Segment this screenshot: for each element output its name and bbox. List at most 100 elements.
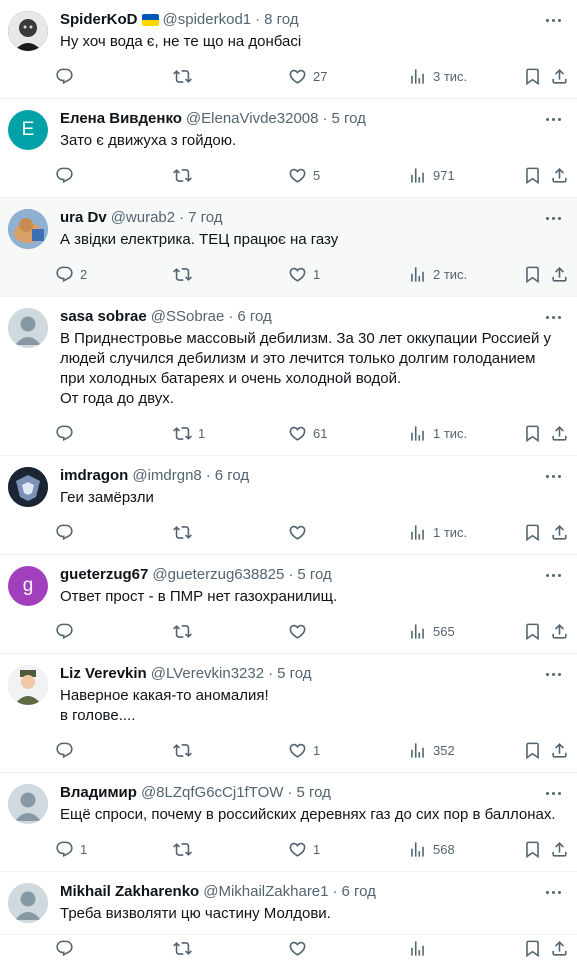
reply-button[interactable]	[55, 740, 80, 760]
tweet[interactable]: Владимир @8LZqfG6cCj1fTOW · 5 год Ещё спроси…	[0, 773, 577, 872]
tweet[interactable]: imdragon @imdrgn8 · 6 год Геи замёрзли 1 тис.	[0, 456, 577, 555]
views-button[interactable]: 3 тис.	[408, 66, 467, 86]
views-button[interactable]: 568	[408, 839, 455, 859]
avatar[interactable]	[8, 665, 48, 705]
more-options-icon[interactable]	[541, 466, 565, 486]
like-button[interactable]: 1	[288, 839, 320, 859]
reply-button[interactable]	[55, 621, 80, 641]
author-handle[interactable]: @MikhailZakhare1	[203, 882, 328, 902]
share-button[interactable]	[550, 264, 569, 284]
retweet-button[interactable]	[173, 938, 198, 958]
author-name[interactable]: Елена Вивденко	[60, 109, 182, 129]
timestamp[interactable]: 5 год	[331, 109, 365, 129]
bookmark-button[interactable]	[523, 423, 542, 443]
avatar[interactable]	[8, 883, 48, 923]
timestamp[interactable]: 5 год	[297, 565, 331, 585]
reply-button[interactable]	[55, 938, 80, 958]
timestamp[interactable]: 5 год	[296, 783, 330, 803]
more-options-icon[interactable]	[541, 208, 565, 228]
timestamp[interactable]: 6 год	[342, 882, 376, 902]
reply-button[interactable]	[55, 165, 80, 185]
bookmark-button[interactable]	[523, 621, 542, 641]
author-handle[interactable]: @spiderkod1	[163, 10, 252, 30]
views-button[interactable]: 1 тис.	[408, 522, 467, 542]
author-handle[interactable]: @wurab2	[111, 208, 175, 228]
avatar[interactable]	[8, 467, 48, 507]
like-button[interactable]: 5	[288, 165, 320, 185]
share-button[interactable]	[550, 165, 569, 185]
retweet-button[interactable]	[173, 839, 198, 859]
avatar[interactable]	[8, 784, 48, 824]
views-button[interactable]	[408, 938, 433, 958]
tweet[interactable]: sasa sobrae @SSobrae · 6 год В Приднестровье…	[0, 297, 577, 456]
author-handle[interactable]: @8LZqfG6cCj1fTOW	[141, 783, 284, 803]
views-button[interactable]: 2 тис.	[408, 264, 467, 284]
tweet[interactable]: Mikhail Zakharenko @MikhailZakhare1 · 6 год…	[0, 872, 577, 957]
timestamp[interactable]: 6 год	[237, 307, 271, 327]
tweet[interactable]: ura Dv @wurab2 · 7 год А звідки електрика. Т…	[0, 198, 577, 297]
views-button[interactable]: 352	[408, 740, 455, 760]
bookmark-button[interactable]	[523, 938, 542, 958]
bookmark-button[interactable]	[523, 839, 542, 859]
timestamp[interactable]: 5 год	[277, 664, 311, 684]
author-name[interactable]: gueterzug67	[60, 565, 148, 585]
reply-button[interactable]: 2	[55, 264, 87, 284]
avatar[interactable]: g	[8, 566, 48, 606]
tweet[interactable]: SpiderKoD @spiderkod1 · 8 год Ну хоч вода є,…	[0, 0, 577, 99]
like-button[interactable]	[288, 522, 313, 542]
share-button[interactable]	[550, 740, 569, 760]
bookmark-button[interactable]	[523, 264, 542, 284]
author-handle[interactable]: @imdrgn8	[132, 466, 201, 486]
author-name[interactable]: Mikhail Zakharenko	[60, 882, 199, 902]
avatar[interactable]	[8, 209, 48, 249]
retweet-button[interactable]	[173, 740, 198, 760]
more-options-icon[interactable]	[541, 307, 565, 327]
tweet[interactable]: Liz Verevkin @LVerevkin3232 · 5 год Наверное…	[0, 654, 577, 773]
more-options-icon[interactable]	[541, 783, 565, 803]
more-options-icon[interactable]	[541, 10, 565, 30]
author-name[interactable]: Владимир	[60, 783, 137, 803]
avatar[interactable]	[8, 11, 48, 51]
views-button[interactable]: 565	[408, 621, 455, 641]
share-button[interactable]	[550, 839, 569, 859]
timestamp[interactable]: 7 год	[188, 208, 222, 228]
tweet[interactable]: E Елена Вивденко @ElenaVivde32008 · 5 год Зат…	[0, 99, 577, 198]
views-button[interactable]: 1 тис.	[408, 423, 467, 443]
retweet-button[interactable]	[173, 621, 198, 641]
more-options-icon[interactable]	[541, 565, 565, 585]
retweet-button[interactable]: 1	[173, 423, 205, 443]
share-button[interactable]	[550, 423, 569, 443]
reply-button[interactable]	[55, 66, 80, 86]
bookmark-button[interactable]	[523, 165, 542, 185]
reply-button[interactable]	[55, 423, 80, 443]
retweet-button[interactable]	[173, 522, 198, 542]
bookmark-button[interactable]	[523, 522, 542, 542]
retweet-button[interactable]	[173, 165, 198, 185]
more-options-icon[interactable]	[541, 664, 565, 684]
author-name[interactable]: Liz Verevkin	[60, 664, 147, 684]
reply-button[interactable]	[55, 522, 80, 542]
retweet-button[interactable]	[173, 66, 198, 86]
more-options-icon[interactable]	[541, 882, 565, 902]
like-button[interactable]: 1	[288, 264, 320, 284]
share-button[interactable]	[550, 522, 569, 542]
tweet[interactable]: g gueterzug67 @gueterzug638825 · 5 год Ответ …	[0, 555, 577, 654]
author-name[interactable]: sasa sobrae	[60, 307, 147, 327]
bookmark-button[interactable]	[523, 740, 542, 760]
more-options-icon[interactable]	[541, 109, 565, 129]
like-button[interactable]: 61	[288, 423, 327, 443]
bookmark-button[interactable]	[523, 66, 542, 86]
timestamp[interactable]: 6 год	[215, 466, 249, 486]
avatar[interactable]: E	[8, 110, 48, 150]
retweet-button[interactable]	[173, 264, 198, 284]
like-button[interactable]: 1	[288, 740, 320, 760]
author-handle[interactable]: @gueterzug638825	[152, 565, 284, 585]
author-handle[interactable]: @ElenaVivde32008	[186, 109, 319, 129]
author-name[interactable]: SpiderKoD	[60, 10, 138, 30]
author-name[interactable]: imdragon	[60, 466, 128, 486]
like-button[interactable]	[288, 621, 313, 641]
share-button[interactable]	[550, 621, 569, 641]
author-handle[interactable]: @LVerevkin3232	[151, 664, 264, 684]
share-button[interactable]	[550, 938, 569, 958]
share-button[interactable]	[550, 66, 569, 86]
